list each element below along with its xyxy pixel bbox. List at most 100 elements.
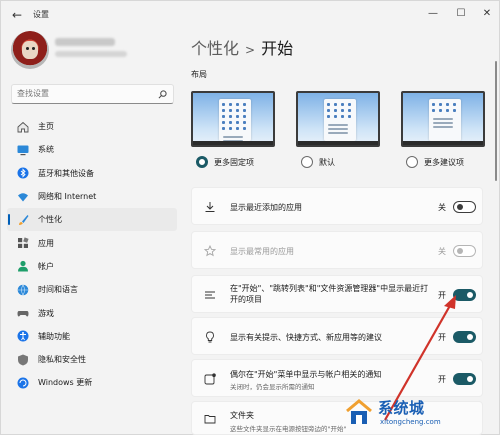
sidebar-item-personalization[interactable]: 个性化 — [7, 208, 177, 232]
sidebar-item-label: 应用 — [38, 238, 54, 248]
thumbnail-app-dot — [236, 103, 239, 106]
account-icon — [18, 261, 28, 272]
setting-recently-added-apps[interactable]: 显示最近添加的应用 关 — [191, 187, 483, 225]
profile-email-blurred — [55, 51, 127, 57]
setting-description: 关闭时，仍会显示所需的通知 — [230, 383, 315, 391]
thumbnail-app-dot — [446, 109, 449, 112]
sidebar-item-system[interactable]: 系统 — [7, 138, 177, 161]
layout-option-more-pins[interactable]: 更多固定项 — [191, 91, 275, 168]
thumbnail-app-dot — [432, 103, 435, 106]
thumbnail-app-dot — [222, 127, 225, 130]
setting-label: 显示最近添加的应用 — [230, 203, 302, 212]
search-box[interactable] — [11, 84, 174, 104]
settings-window: ← 设置 — ☐ ✕ 主页 系统 蓝牙和其他设备 — [0, 0, 500, 435]
layout-thumbnail[interactable] — [401, 91, 485, 147]
notification-icon — [204, 373, 216, 385]
scrollbar[interactable] — [495, 61, 497, 181]
sidebar-item-accessibility[interactable]: 辅助功能 — [7, 325, 177, 348]
wifi-icon — [18, 192, 28, 202]
back-button[interactable]: ← — [10, 8, 24, 22]
thumbnail-app-dot — [439, 103, 442, 106]
thumbnail-app-dot — [236, 127, 239, 130]
thumbnail-app-dot — [327, 109, 330, 112]
sidebar-item-label: 隐私和安全性 — [38, 355, 86, 365]
setting-account-notifications[interactable]: 偶尔在"开始"菜单中显示与帐户相关的通知 关闭时，仍会显示所需的通知 开 — [191, 359, 483, 397]
setting-label: 在"开始"、"跳转列表"和"文件资源管理器"中显示最近打 — [230, 284, 429, 293]
thumbnail-app-dot — [334, 109, 337, 112]
toggle-state-label: 开 — [438, 375, 446, 384]
setting-description: 这些文件夹显示在电源按钮旁边的"开始" — [230, 425, 347, 433]
thumbnail-app-dot — [453, 109, 456, 112]
thumbnail-app-dot — [453, 103, 456, 106]
layout-radio[interactable] — [406, 156, 418, 168]
watermark-logo-icon — [346, 399, 372, 424]
star-icon — [204, 245, 216, 257]
search-input[interactable] — [17, 89, 147, 98]
breadcrumb-separator: > — [245, 43, 256, 57]
layout-option-default[interactable]: 默认 — [296, 91, 380, 168]
thumbnail-app-dot — [236, 115, 239, 118]
layout-thumbnail[interactable] — [296, 91, 380, 147]
layout-radio[interactable] — [196, 156, 208, 168]
thumbnail-app-dot — [348, 103, 351, 106]
thumbnail-app-dot — [243, 115, 246, 118]
minimize-button[interactable]: — — [425, 6, 441, 22]
thumbnail-recommendation-line — [223, 136, 243, 138]
layout-option-label: 更多建议项 — [424, 157, 464, 167]
sidebar-item-label: Windows 更新 — [38, 378, 93, 388]
toggle-switch[interactable] — [453, 201, 476, 213]
thumbnail-app-dot — [243, 121, 246, 124]
sidebar-item-label: 个性化 — [38, 215, 62, 225]
toggle-state-label: 关 — [438, 247, 446, 256]
home-icon — [17, 121, 29, 133]
page-title: 开始 — [261, 39, 294, 58]
search-icon[interactable] — [158, 90, 167, 99]
sidebar-item-windows-update[interactable]: Windows 更新 — [7, 371, 177, 394]
sidebar-item-label: 辅助功能 — [38, 331, 70, 341]
breadcrumb-parent[interactable]: 个性化 — [191, 39, 239, 58]
sidebar-item-privacy[interactable]: 隐私和安全性 — [7, 348, 177, 371]
sidebar-item-time-language[interactable]: 时间和语言 — [7, 278, 177, 301]
toggle-switch[interactable] — [453, 289, 476, 301]
setting-label: 文件夹 — [230, 411, 254, 420]
sidebar-item-gaming[interactable]: 游戏 — [7, 301, 177, 324]
setting-label: 显示最常用的应用 — [230, 247, 294, 256]
setting-recent-items[interactable]: 在"开始"、"跳转列表"和"文件资源管理器"中显示最近打 开的项目 开 — [191, 275, 483, 313]
thumbnail-app-dot — [243, 103, 246, 106]
thumbnail-app-dot — [229, 115, 232, 118]
thumbnail-app-dot — [348, 109, 351, 112]
sidebar-item-apps[interactable]: 应用 — [7, 231, 177, 254]
sidebar-item-home[interactable]: 主页 — [7, 115, 177, 138]
layout-thumbnail[interactable] — [191, 91, 275, 147]
toggle-switch[interactable] — [453, 331, 476, 343]
apps-icon — [18, 237, 29, 249]
thumbnail-app-dot — [446, 103, 449, 106]
sidebar-item-label: 主页 — [38, 122, 54, 132]
setting-suggestions[interactable]: 显示有关提示、快捷方式、新应用等的建议 开 — [191, 317, 483, 355]
setting-label-line2: 开的项目 — [230, 295, 262, 304]
sidebar-item-label: 系统 — [38, 145, 54, 155]
gamepad-icon — [17, 311, 29, 317]
toggle-state-label: 关 — [438, 203, 446, 212]
shield-icon — [18, 354, 28, 366]
layout-radio[interactable] — [301, 156, 313, 168]
watermark-text: 系统城 — [378, 399, 425, 417]
close-button[interactable]: ✕ — [479, 6, 495, 22]
globe-clock-icon — [17, 284, 29, 296]
sidebar-item-accounts[interactable]: 帐户 — [7, 255, 177, 278]
thumbnail-app-dot — [229, 127, 232, 130]
maximize-button[interactable]: ☐ — [453, 6, 469, 22]
lightbulb-icon — [206, 331, 214, 343]
sidebar-item-network[interactable]: 网络和 Internet — [7, 185, 177, 208]
thumbnail-app-dot — [432, 109, 435, 112]
sidebar-item-label: 帐户 — [38, 261, 54, 271]
sidebar-item-label: 时间和语言 — [38, 285, 78, 295]
layout-option-more-recommendations[interactable]: 更多建议项 — [401, 91, 485, 168]
sidebar-item-bluetooth[interactable]: 蓝牙和其他设备 — [7, 162, 177, 185]
toggle-switch — [453, 245, 476, 257]
sidebar-item-label: 蓝牙和其他设备 — [38, 168, 94, 178]
thumbnail-app-dot — [327, 115, 330, 118]
list-icon — [205, 291, 215, 299]
toggle-switch[interactable] — [453, 373, 476, 385]
thumbnail-recommendation-line — [433, 126, 453, 128]
